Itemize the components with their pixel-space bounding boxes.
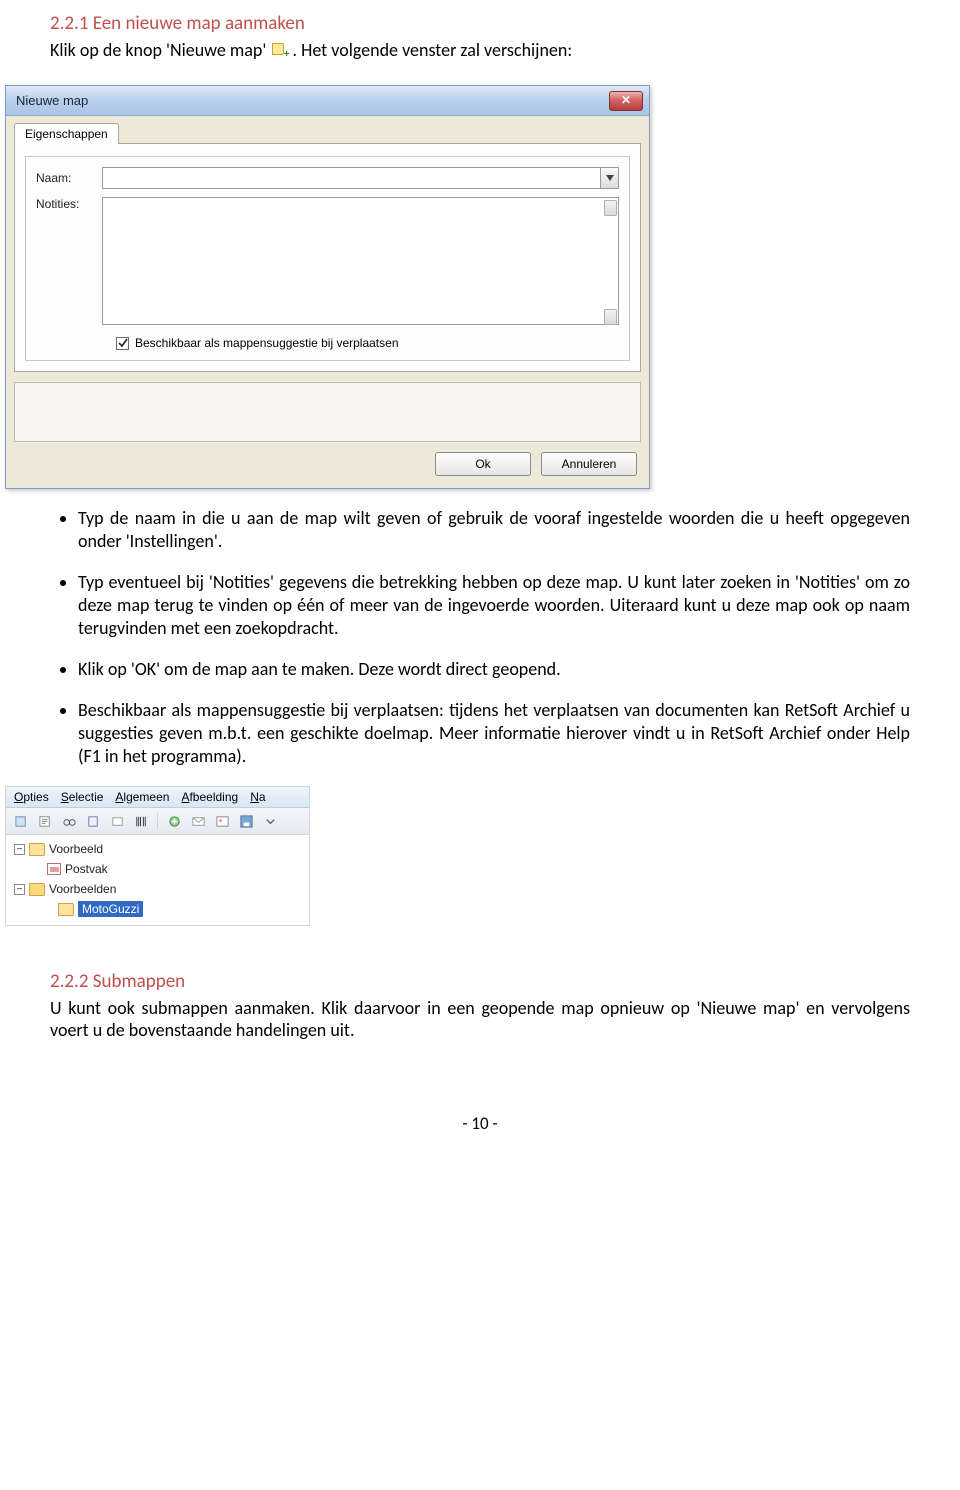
tree-label: Voorbeelden xyxy=(49,882,116,896)
expander-icon[interactable]: − xyxy=(14,884,25,895)
notities-label: Notities: xyxy=(36,197,102,211)
toolbar-icon-5[interactable] xyxy=(106,811,128,831)
dialog-title: Nieuwe map xyxy=(16,93,88,108)
tree-row-postvak[interactable]: Postvak xyxy=(10,859,305,879)
checkbox-label: Beschikbaar als mappensuggestie bij verp… xyxy=(135,336,399,350)
toolbar-icon-2[interactable] xyxy=(34,811,56,831)
menu-algemeen[interactable]: Algemeen xyxy=(115,790,169,804)
toolbar-add-icon[interactable] xyxy=(163,811,185,831)
ok-button[interactable]: Ok xyxy=(435,452,531,476)
scroll-up-icon[interactable] xyxy=(604,200,617,216)
notities-textarea[interactable] xyxy=(102,197,619,325)
naam-dropdown-button[interactable] xyxy=(601,167,619,189)
folder-open-icon xyxy=(29,883,45,896)
menu-afbeelding[interactable]: Afbeelding xyxy=(181,790,238,804)
page-number: - 10 - xyxy=(50,1113,910,1134)
chevron-down-icon xyxy=(606,175,614,181)
toolbar-save-icon[interactable] xyxy=(235,811,257,831)
toolbar xyxy=(6,808,309,835)
folder-tree-screenshot: Opties Selectie Algemeen Afbeelding Na −… xyxy=(5,786,310,926)
naam-input[interactable] xyxy=(102,167,601,189)
toolbar-icon-1[interactable] xyxy=(10,811,32,831)
close-button[interactable]: ✕ xyxy=(609,91,643,111)
menu-opties[interactable]: Opties xyxy=(14,790,49,804)
new-folder-dialog: Nieuwe map ✕ Eigenschappen Naam: Notitie… xyxy=(5,85,650,489)
intro-line: Klik op de knop 'Nieuwe map' . Het volge… xyxy=(50,39,910,61)
suggestion-checkbox[interactable] xyxy=(116,337,129,350)
section2-body: U kunt ook submappen aanmaken. Klik daar… xyxy=(50,997,910,1041)
new-folder-icon xyxy=(270,42,288,58)
toolbar-chevron-icon[interactable] xyxy=(259,811,281,831)
intro-prefix: Klik op de knop 'Nieuwe map' xyxy=(50,39,270,61)
toolbar-barcode-icon[interactable] xyxy=(130,811,152,831)
scroll-down-icon[interactable] xyxy=(604,309,617,325)
tree-label: MotoGuzzi xyxy=(78,901,143,917)
toolbar-image-icon[interactable] xyxy=(211,811,233,831)
checkmark-icon xyxy=(118,338,128,348)
bullet-1: Typ de naam in die u aan de map wilt gev… xyxy=(78,507,910,553)
intro-suffix: . Het volgende venster zal verschijnen: xyxy=(292,39,572,61)
tab-eigenschappen[interactable]: Eigenschappen xyxy=(14,123,119,144)
toolbar-icon-4[interactable] xyxy=(82,811,104,831)
menu-na[interactable]: Na xyxy=(250,790,265,804)
tree-label: Voorbeeld xyxy=(49,842,103,856)
folder-icon xyxy=(29,843,45,856)
expander-icon[interactable]: − xyxy=(14,844,25,855)
close-icon: ✕ xyxy=(621,93,631,107)
section-heading-2: 2.2.2 Submappen xyxy=(50,970,910,993)
bullet-4: Beschikbaar als mappensuggestie bij verp… xyxy=(78,699,910,768)
dialog-titlebar: Nieuwe map ✕ xyxy=(6,86,649,116)
cancel-button[interactable]: Annuleren xyxy=(541,452,637,476)
tree-label: Postvak xyxy=(65,862,108,876)
tab-strip: Eigenschappen xyxy=(6,116,649,143)
folder-icon xyxy=(58,903,74,916)
bullet-3: Klik op 'OK' om de map aan te maken. Dez… xyxy=(78,658,910,681)
section-heading-1: 2.2.1 Een nieuwe map aanmaken xyxy=(50,12,910,35)
folder-tree: − Voorbeeld Postvak − Voorbeelden MotoGu… xyxy=(6,835,309,925)
bullet-2: Typ eventueel bij 'Notities' gegevens di… xyxy=(78,571,910,640)
tree-row-voorbeeld[interactable]: − Voorbeeld xyxy=(10,839,305,859)
menubar: Opties Selectie Algemeen Afbeelding Na xyxy=(6,787,309,808)
menu-selectie[interactable]: Selectie xyxy=(61,790,104,804)
instruction-list: Typ de naam in die u aan de map wilt gev… xyxy=(50,507,910,768)
tree-row-voorbeelden[interactable]: − Voorbeelden xyxy=(10,879,305,899)
inbox-icon xyxy=(47,863,61,875)
tree-row-motoguzzi[interactable]: MotoGuzzi xyxy=(10,899,305,919)
toolbar-binoculars-icon[interactable] xyxy=(58,811,80,831)
dialog-lower-panel xyxy=(14,382,641,442)
tab-panel: Naam: Notities: xyxy=(14,143,641,372)
naam-label: Naam: xyxy=(36,171,102,185)
toolbar-mail-icon[interactable] xyxy=(187,811,209,831)
